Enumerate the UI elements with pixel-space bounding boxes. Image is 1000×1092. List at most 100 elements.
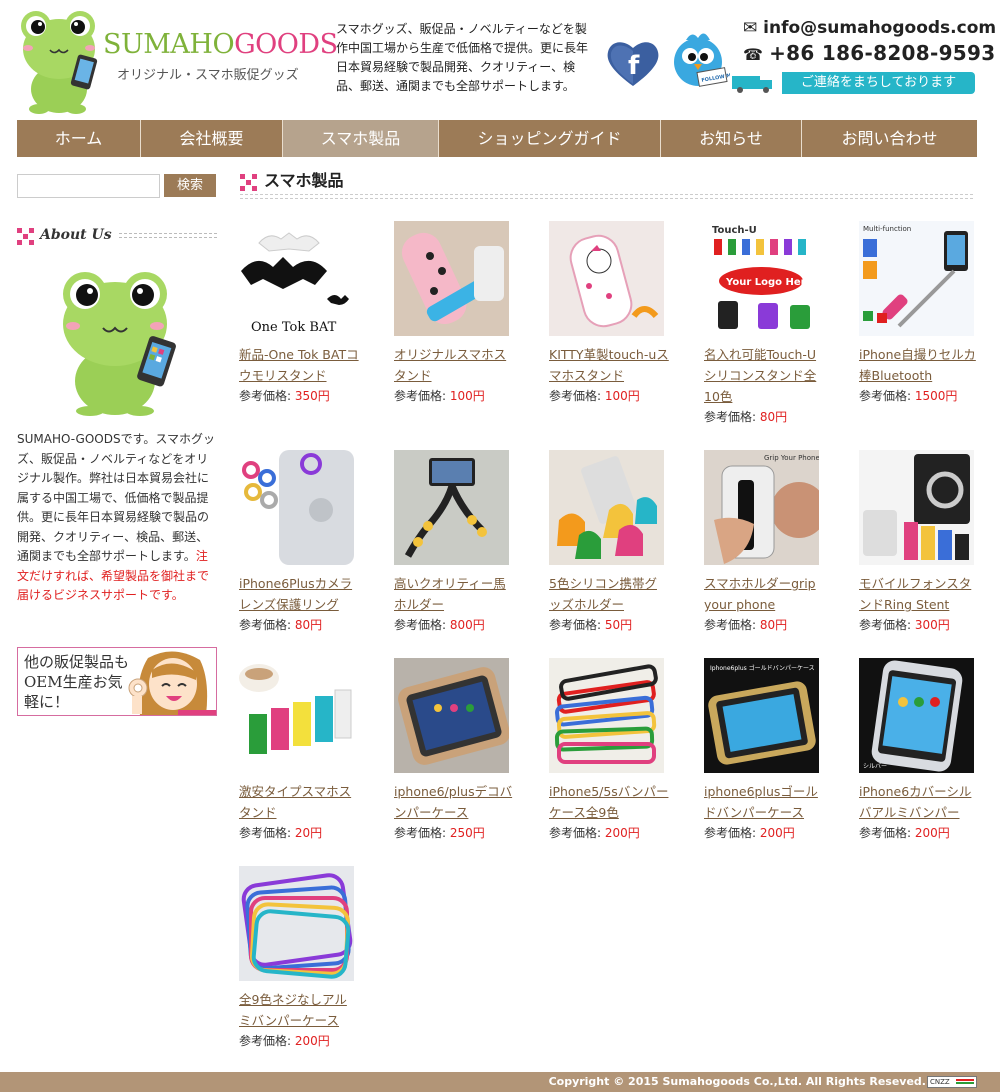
deco-bumper-image[interactable] bbox=[394, 658, 509, 773]
nav-item-news[interactable]: お知らせ bbox=[661, 120, 802, 157]
oem-promo-banner[interactable]: 他の販促製品もOEM生産お気軽に！ bbox=[17, 647, 217, 716]
touch-u-image[interactable]: Touch-U Your Logo Here bbox=[704, 221, 819, 336]
bumper-stack-image[interactable] bbox=[549, 658, 664, 773]
pink-squares-icon bbox=[240, 174, 257, 191]
nav-item-products[interactable]: スマホ製品 bbox=[283, 120, 439, 157]
product-name-link[interactable]: KITTY革製touch-uスマホスタンド bbox=[549, 344, 669, 386]
gold-bumper-image[interactable]: Iphone6plus ゴールドバンパーケース bbox=[704, 658, 819, 773]
price-label: 参考価格: bbox=[394, 389, 450, 403]
product-card[interactable]: モバイルフォンスタンドRing Stent 参考価格: 300円 bbox=[859, 450, 979, 635]
price-label: 参考価格: bbox=[239, 389, 295, 403]
svg-text:Your Logo Here: Your Logo Here bbox=[725, 277, 813, 288]
ring-stent-image[interactable] bbox=[859, 450, 974, 565]
product-price: 参考価格: 250円 bbox=[394, 823, 514, 843]
product-name-link[interactable]: iPhone5/5sバンパーケース全9色 bbox=[549, 781, 669, 823]
product-card[interactable]: iPhone5/5sバンパーケース全9色 参考価格: 200円 bbox=[549, 658, 669, 843]
svg-text:Grip Your Phone: Grip Your Phone bbox=[764, 454, 819, 462]
price-value: 350円 bbox=[294, 389, 330, 403]
lens-ring-image[interactable] bbox=[239, 450, 354, 565]
product-card[interactable]: Multi-function iPhone自撮りセルカ棒Bluetooth 参考価… bbox=[859, 221, 979, 406]
product-name-link[interactable]: iphone6plusゴールドバンパーケース bbox=[704, 781, 824, 823]
polka-stand-image[interactable] bbox=[394, 221, 509, 336]
product-name-link[interactable]: オリジナルスマホスタンド bbox=[394, 344, 514, 386]
products-title: スマホ製品 bbox=[264, 171, 344, 190]
price-value: 300円 bbox=[914, 618, 950, 632]
product-card[interactable]: Grip Your Phone スマホホルダーgrip your phone 参考… bbox=[704, 450, 824, 635]
heading-divider bbox=[119, 233, 217, 238]
search-button[interactable]: 検索 bbox=[164, 174, 216, 197]
contact-email[interactable]: ✉ info@sumahogoods.com bbox=[743, 18, 996, 38]
product-card[interactable]: Touch-U Your Logo Here 名入れ可能Touch-Uシリコンス… bbox=[704, 221, 824, 427]
product-card[interactable]: 激安タイプスマホスタンド参考価格: 20円 bbox=[239, 658, 359, 843]
product-price: 参考価格: 200円 bbox=[704, 823, 824, 843]
product-name-link[interactable]: 新品-One Tok BATコウモリスタンド bbox=[239, 344, 359, 386]
product-card[interactable]: One Tok BAT 新品-One Tok BATコウモリスタンド参考価格: 3… bbox=[239, 221, 359, 406]
product-price: 参考価格: 200円 bbox=[239, 1031, 359, 1051]
grip-image[interactable]: Grip Your Phone bbox=[704, 450, 819, 565]
product-card[interactable]: 高いクオリティー馬ホルダー 参考価格: 800円 bbox=[394, 450, 514, 635]
price-value: 20円 bbox=[294, 826, 323, 840]
svg-text:One Tok BAT: One Tok BAT bbox=[251, 320, 337, 335]
product-name-link[interactable]: モバイルフォンスタンドRing Stent bbox=[859, 573, 979, 615]
price-value: 200円 bbox=[294, 1034, 330, 1048]
facebook-heart-icon[interactable]: f bbox=[606, 38, 660, 88]
price-value: 50円 bbox=[604, 618, 633, 632]
header-description: スマホグッズ、販促品・ノベルティーなどを製作中国工場から生産で低価格で提供。更に… bbox=[336, 22, 589, 93]
product-name-link[interactable]: iphone6/plusデコバンパーケース bbox=[394, 781, 514, 823]
cnzz-badge-text: CNZZ bbox=[930, 1078, 950, 1086]
product-price: 参考価格: 50円 bbox=[549, 615, 669, 635]
cnzz-stats-badge[interactable]: CNZZ bbox=[927, 1076, 977, 1088]
screwless-bumper-image[interactable] bbox=[239, 866, 354, 981]
price-label: 参考価格: bbox=[859, 389, 915, 403]
twitter-bird-icon[interactable]: FOLLOW ME bbox=[666, 26, 730, 92]
product-name-link[interactable]: 名入れ可能Touch-Uシリコンスタンド全10色 bbox=[704, 344, 824, 407]
product-price: 参考価格: 800円 bbox=[394, 615, 514, 635]
nav-item-home[interactable]: ホーム bbox=[17, 120, 141, 157]
nav-item-contact[interactable]: お問い合わせ bbox=[802, 120, 977, 157]
product-name-link[interactable]: iPhone6カバーシルバアルミバンパー bbox=[859, 781, 979, 823]
horse-holder-image[interactable] bbox=[394, 450, 509, 565]
nav-item-company[interactable]: 会社概要 bbox=[141, 120, 283, 157]
price-value: 80円 bbox=[759, 410, 788, 424]
product-card[interactable]: 5色シリコン携帯グッズホルダー 参考価格: 50円 bbox=[549, 450, 669, 635]
search-input[interactable] bbox=[17, 174, 160, 198]
price-label: 参考価格: bbox=[239, 618, 295, 632]
silver-bumper-image[interactable]: シルバー bbox=[859, 658, 974, 773]
product-card[interactable]: iphone6/plusデコバンパーケース 参考価格: 250円 bbox=[394, 658, 514, 843]
logo-title-part1: SUMAHO bbox=[103, 29, 235, 60]
selfie-stick-image[interactable]: Multi-function bbox=[859, 221, 974, 336]
svg-text:f: f bbox=[628, 51, 640, 81]
product-name-link[interactable]: 全9色ネジなしアルミバンパーケース bbox=[239, 989, 359, 1031]
product-name-link[interactable]: 高いクオリティー馬ホルダー bbox=[394, 573, 514, 615]
product-card[interactable]: iPhone6Plusカメラレンズ保護リング 参考価格: 80円 bbox=[239, 450, 359, 635]
contact-phone[interactable]: ☎ +86 186-8208-9593 bbox=[743, 41, 995, 65]
nav-item-shopping-guide[interactable]: ショッピングガイド bbox=[439, 120, 661, 157]
product-name-link[interactable]: 激安タイプスマホスタンド bbox=[239, 781, 359, 823]
price-label: 参考価格: bbox=[704, 410, 760, 424]
price-label: 参考価格: bbox=[549, 618, 605, 632]
product-name-link[interactable]: 5色シリコン携帯グッズホルダー bbox=[549, 573, 669, 615]
bat-stand-image[interactable]: One Tok BAT bbox=[239, 221, 354, 336]
product-card[interactable]: Iphone6plus ゴールドバンパーケース iphone6plusゴールドバ… bbox=[704, 658, 824, 843]
site-footer: Copyright © 2015 Sumahogoods Co.,Ltd. Al… bbox=[0, 1072, 1000, 1092]
price-label: 参考価格: bbox=[239, 826, 295, 840]
logo-title[interactable]: SUMAHOGOODS bbox=[103, 30, 338, 60]
kitty-stand-image[interactable] bbox=[549, 221, 664, 336]
product-card[interactable]: オリジナルスマホスタンド 参考価格: 100円 bbox=[394, 221, 514, 406]
frog-logo-icon[interactable] bbox=[14, 4, 104, 114]
phone-icon: ☎ bbox=[743, 45, 770, 64]
product-name-link[interactable]: スマホホルダーgrip your phone bbox=[704, 573, 824, 615]
elephant-holder-image[interactable] bbox=[549, 450, 664, 565]
price-value: 1500円 bbox=[914, 389, 958, 403]
product-price: 参考価格: 80円 bbox=[239, 615, 359, 635]
product-card[interactable]: シルバー iPhone6カバーシルバアルミバンパー 参考価格: 200円 bbox=[859, 658, 979, 843]
product-price: 参考価格: 1500円 bbox=[859, 386, 979, 406]
cheap-stand-image[interactable] bbox=[239, 658, 354, 773]
product-name-link[interactable]: iPhone自撮りセルカ棒Bluetooth bbox=[859, 344, 979, 386]
product-card[interactable]: KITTY革製touch-uスマホスタンド 参考価格: 100円 bbox=[549, 221, 669, 406]
product-name-link[interactable]: iPhone6Plusカメラレンズ保護リング bbox=[239, 573, 359, 615]
products-heading: スマホ製品 bbox=[240, 172, 973, 202]
contact-banner: ご連絡をまちしております bbox=[782, 72, 975, 94]
product-card[interactable]: 全9色ネジなしアルミバンパーケース 参考価格: 200円 bbox=[239, 866, 359, 1051]
price-label: 参考価格: bbox=[859, 618, 915, 632]
